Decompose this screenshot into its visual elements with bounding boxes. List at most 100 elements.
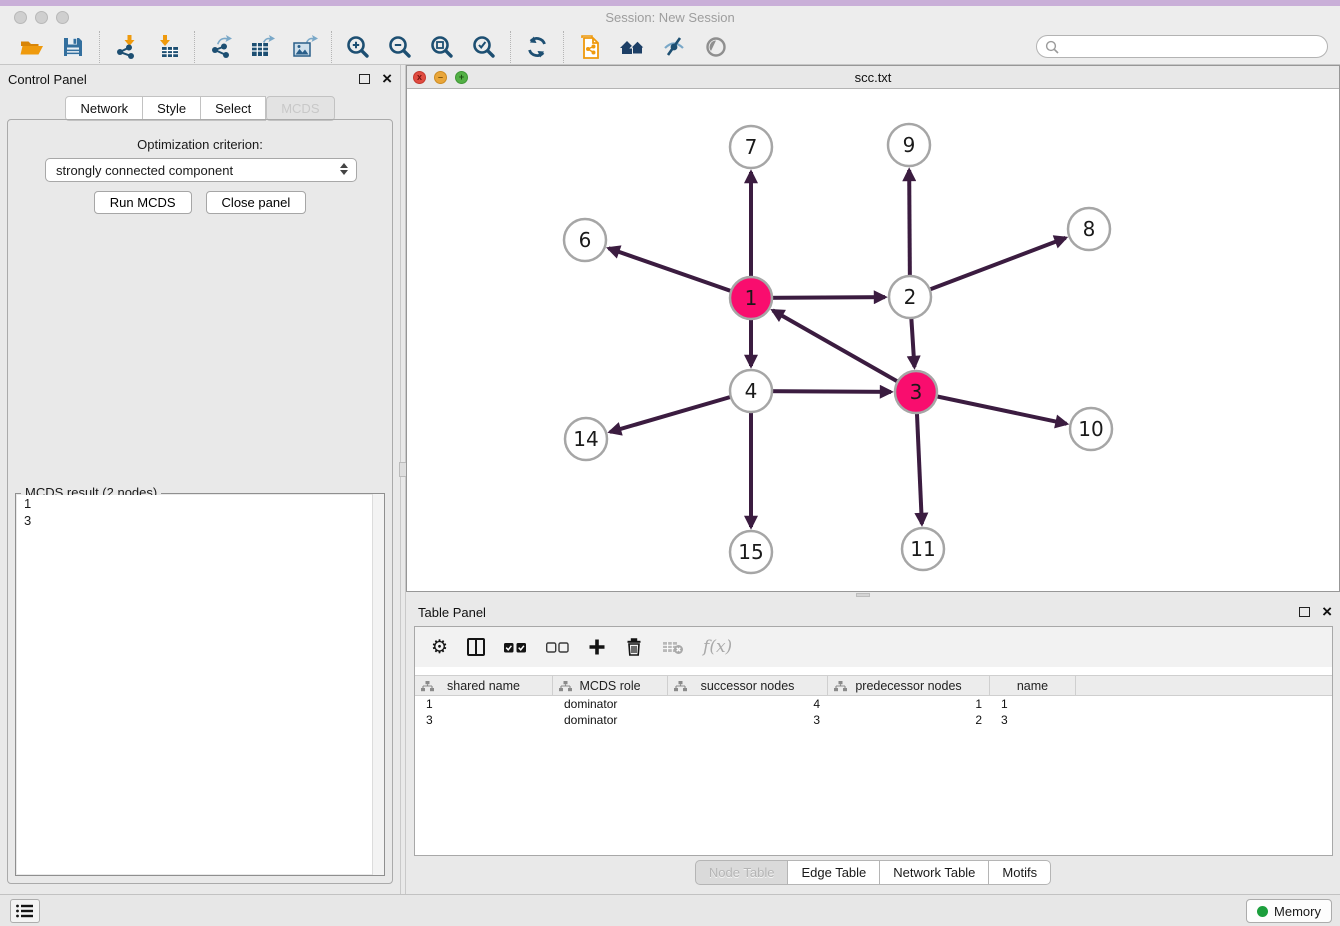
graph-edge-2-8[interactable] [910,238,1066,297]
graph-node-3[interactable]: 3 [895,371,937,413]
zoom-fit-icon [429,34,455,60]
gear-icon[interactable]: ⚙ [431,638,448,657]
close-panel-button[interactable]: Close panel [206,191,307,214]
svg-text:2: 2 [904,285,917,309]
control-panel-tabs: NetworkStyleSelectMCDS [0,96,400,121]
run-mcds-button[interactable]: Run MCDS [94,191,192,214]
window-titlebar: Session: New Session [0,6,1340,29]
control-tab-select[interactable]: Select [201,96,266,121]
graph-edge-3-10[interactable] [916,392,1067,424]
import-network-button[interactable] [105,31,147,63]
mcds-result-item[interactable]: 3 [17,512,383,529]
graph-edge-3-1[interactable] [773,310,916,392]
cell-predecessor-nodes: 1 [828,697,990,711]
toolbar-separator [510,31,511,63]
result-scrollbar[interactable] [372,494,384,875]
table-tab-node-table[interactable]: Node Table [695,860,789,885]
mcds-result-item[interactable]: 1 [17,495,383,512]
control-tab-style[interactable]: Style [143,96,201,121]
hide-graphics-button[interactable] [653,31,695,63]
search-icon [1045,40,1059,54]
import-table-button[interactable] [147,31,189,63]
hierarchy-icon [421,680,434,693]
table-panel-title: Table Panel [418,605,486,620]
close-panel-icon[interactable]: × [1322,607,1332,617]
graph-node-11[interactable]: 11 [902,528,944,570]
import-network-icon [113,34,139,60]
graph-node-10[interactable]: 10 [1070,408,1112,450]
zoom-out-button[interactable] [379,31,421,63]
float-panel-icon[interactable] [359,74,370,84]
export-table-icon [249,34,277,60]
control-tab-network[interactable]: Network [65,96,143,121]
graph-node-14[interactable]: 14 [565,418,607,460]
column-header-MCDS-role[interactable]: MCDS role [553,676,668,695]
memory-button[interactable]: Memory [1246,899,1332,923]
delete-table-icon[interactable] [662,639,684,655]
menu-list-button[interactable] [10,899,40,923]
toolbar-search-box[interactable] [1036,35,1328,58]
zoom-fit-button[interactable] [421,31,463,63]
toolbar-separator [194,31,195,63]
graph-node-4[interactable]: 4 [730,370,772,412]
houses-button[interactable] [611,31,653,63]
export-network-button[interactable] [200,31,242,63]
save-session-button[interactable] [52,31,94,63]
split-view-icon[interactable] [467,638,485,656]
column-header-predecessor-nodes[interactable]: predecessor nodes [828,676,990,695]
mcds-panel: Optimization criterion: strongly connect… [7,119,393,884]
column-header-successor-nodes[interactable]: successor nodes [668,676,828,695]
table-tab-edge-table[interactable]: Edge Table [788,860,880,885]
show-graphics-button[interactable] [695,31,737,63]
table-row[interactable]: 1dominator411 [415,696,1332,712]
graph-node-9[interactable]: 9 [888,124,930,166]
graph-node-8[interactable]: 8 [1068,208,1110,250]
cell-successor-nodes: 4 [668,697,828,711]
mcds-result-list: 13 [17,495,383,874]
open-folder-icon [18,34,45,60]
hierarchy-icon [834,680,847,693]
export-image-button[interactable] [284,31,326,63]
svg-text:15: 15 [738,540,763,564]
search-input[interactable] [1064,40,1319,54]
function-builder-icon[interactable]: f(x) [703,637,732,657]
add-column-icon[interactable] [588,638,606,656]
cell-name: 1 [990,697,1076,711]
graph-node-2[interactable]: 2 [889,276,931,318]
memory-status-dot [1257,906,1268,917]
zoom-in-button[interactable] [337,31,379,63]
graph-edge-1-6[interactable] [609,248,751,298]
splitter-handle[interactable] [856,593,870,597]
close-panel-icon[interactable]: × [382,74,392,84]
column-header-name[interactable]: name [990,676,1076,695]
list-icon [15,902,35,920]
table-tab-network-table[interactable]: Network Table [880,860,989,885]
graph-node-7[interactable]: 7 [730,126,772,168]
network-document-button[interactable] [569,31,611,63]
column-header-shared-name[interactable]: shared name [415,676,553,695]
cell-shared-name: 3 [415,713,553,727]
cell-name: 3 [990,713,1076,727]
status-bar: Memory [0,894,1340,926]
network-graph: 7 9 6 8 1 2 4 3 14 10 15 11 [407,89,1339,592]
svg-text:11: 11 [910,537,935,561]
graph-node-1[interactable]: 1 [730,277,772,319]
control-tab-mcds[interactable]: MCDS [266,96,334,121]
open-session-button[interactable] [10,31,52,63]
export-table-button[interactable] [242,31,284,63]
float-panel-icon[interactable] [1299,607,1310,617]
table-tab-motifs[interactable]: Motifs [989,860,1051,885]
table-row[interactable]: 3dominator323 [415,712,1332,728]
zoom-selected-button[interactable] [463,31,505,63]
cell-MCDS-role: dominator [553,713,668,727]
graph-node-6[interactable]: 6 [564,219,606,261]
export-network-icon [208,34,234,60]
graph-node-15[interactable]: 15 [730,531,772,573]
refresh-layout-button[interactable] [516,31,558,63]
optimization-criterion-select[interactable]: strongly connected component [45,158,357,182]
select-all-icon[interactable] [504,642,527,653]
network-canvas[interactable]: 7 9 6 8 1 2 4 3 14 10 15 11 [407,89,1339,591]
deselect-all-icon[interactable] [546,642,569,653]
delete-column-trash-icon[interactable] [625,637,643,657]
cell-shared-name: 1 [415,697,553,711]
